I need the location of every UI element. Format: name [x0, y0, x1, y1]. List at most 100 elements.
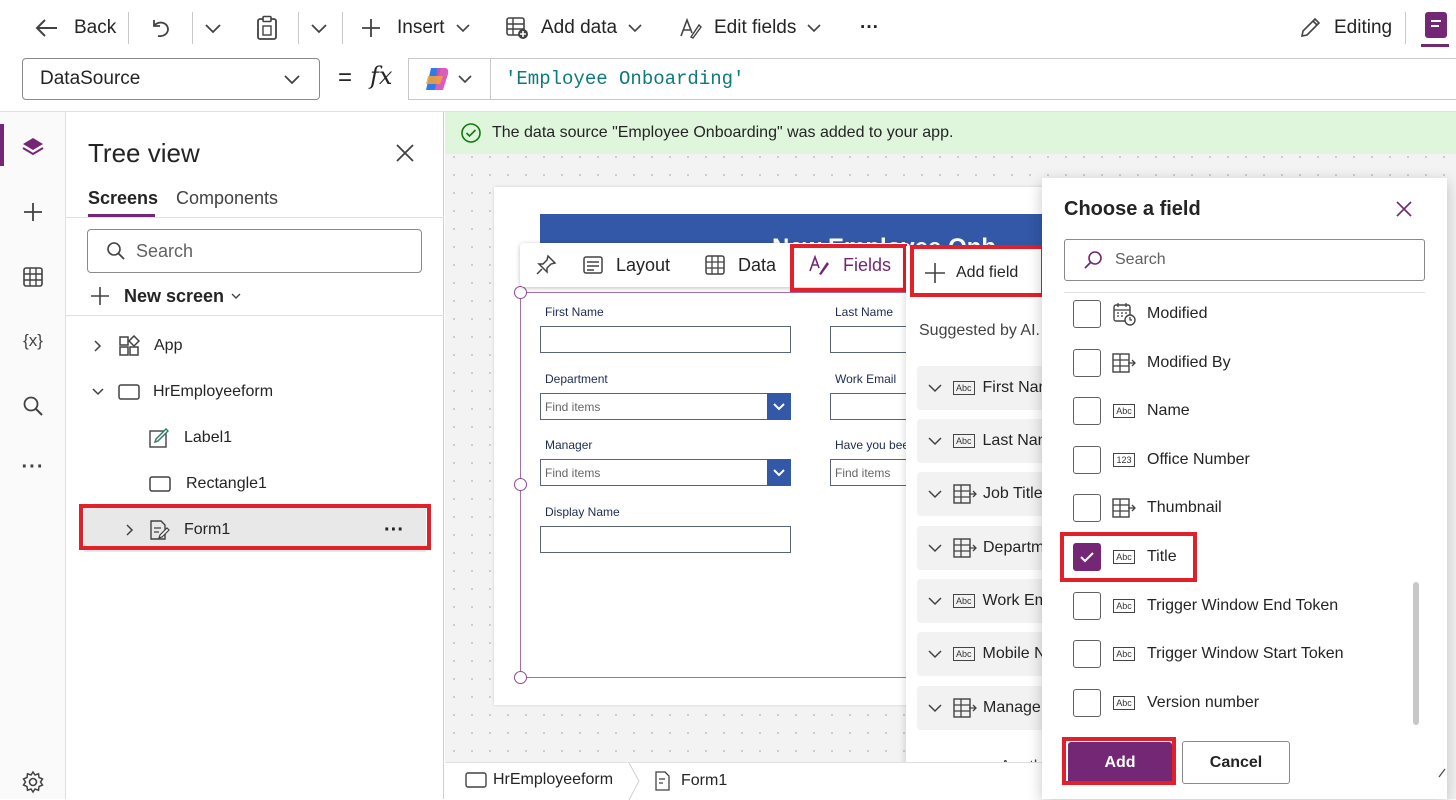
app-check-icon[interactable] — [1425, 12, 1447, 38]
abc-icon: Abc — [1111, 691, 1137, 715]
field-option-version[interactable]: Abc Version number — [1042, 679, 1422, 727]
field-option-label: Thumbnail — [1147, 499, 1222, 516]
field-option-modified[interactable]: Modified — [1042, 290, 1422, 338]
search-icon — [1083, 250, 1103, 270]
have-you-been-combobox[interactable]: Find items — [830, 459, 910, 486]
choose-field-title: Choose a field — [1064, 198, 1201, 220]
tree-item-rectangle1[interactable]: Rectangle1 — [66, 462, 444, 506]
field-option-thumbnail[interactable]: Thumbnail — [1042, 484, 1422, 532]
tree-item-label: Label1 — [184, 429, 233, 446]
plus-icon — [360, 17, 382, 39]
checkbox[interactable] — [1073, 446, 1101, 474]
data-table-icon[interactable] — [18, 262, 48, 292]
suggested-field-item[interactable]: Job Title — [917, 472, 1047, 516]
resize-handle[interactable] — [514, 286, 527, 299]
pin-icon[interactable] — [535, 254, 557, 276]
suggested-field-label: Mobile N — [982, 645, 1046, 662]
search-icon[interactable] — [18, 391, 48, 421]
tree-item-label: HrEmployeeform — [153, 383, 274, 400]
manager-label: Manager — [545, 438, 593, 452]
checkbox[interactable] — [1073, 592, 1101, 620]
chevron-down-icon — [927, 648, 943, 660]
highlight-box — [1062, 737, 1176, 785]
close-icon[interactable] — [394, 142, 416, 164]
undo-button[interactable] — [149, 0, 173, 56]
more-button[interactable]: ··· — [860, 0, 879, 56]
manager-combobox[interactable]: Find items — [540, 459, 791, 486]
department-combobox[interactable]: Find items — [540, 393, 791, 420]
insert-button[interactable]: Insert — [360, 0, 471, 56]
settings-gear-icon[interactable] — [18, 767, 48, 797]
tab-screens[interactable]: Screens — [88, 188, 158, 209]
tree-view-panel: Tree view Screens Components Search New … — [66, 112, 444, 799]
formula-input[interactable]: 'Employee Onboarding' — [408, 58, 1456, 100]
checkbox[interactable] — [1073, 640, 1101, 668]
resize-handle[interactable] — [514, 671, 527, 684]
fields-panel: Add field Suggested by AI. Abc First Nam … — [906, 246, 1047, 786]
last-name-input[interactable] — [830, 326, 910, 353]
lookup-icon — [953, 698, 977, 718]
display-name-input[interactable] — [540, 526, 791, 553]
suggested-field-item[interactable]: Abc First Nam — [917, 366, 1047, 410]
cancel-button[interactable]: Cancel — [1182, 741, 1290, 784]
abc-icon: Abc — [1111, 594, 1137, 618]
suggested-field-item[interactable]: Manage — [917, 686, 1047, 730]
field-option-name[interactable]: Abc Name — [1042, 387, 1422, 435]
chevron-down-icon[interactable] — [767, 393, 791, 420]
manager-placeholder: Find items — [545, 465, 601, 480]
tab-components[interactable]: Components — [176, 188, 278, 209]
field-option-trigger-start[interactable]: Abc Trigger Window Start Token — [1042, 630, 1422, 678]
last-name-label: Last Name — [835, 305, 894, 319]
editing-status[interactable]: Editing — [1298, 0, 1392, 56]
checkbox[interactable] — [1073, 349, 1101, 377]
insert-plus-icon[interactable] — [18, 197, 48, 227]
chevron-down-icon — [230, 291, 242, 301]
edit-fields-button[interactable]: Edit fields — [678, 0, 822, 56]
add-data-button[interactable]: Add data — [505, 0, 643, 56]
more-icon[interactable]: ··· — [18, 452, 48, 482]
breadcrumb-form[interactable]: Form1 — [653, 771, 727, 791]
chevron-down-icon — [927, 542, 943, 554]
back-button[interactable]: Back — [34, 0, 116, 56]
tree-item-app[interactable]: App — [66, 324, 444, 368]
checkbox[interactable] — [1073, 494, 1101, 522]
formula-text[interactable]: 'Employee Onboarding' — [505, 68, 744, 90]
suggested-field-item[interactable]: Departm — [917, 526, 1047, 570]
field-option-modified-by[interactable]: Modified By — [1042, 339, 1422, 387]
new-screen-button[interactable]: New screen — [90, 280, 242, 312]
checkbox[interactable] — [1073, 689, 1101, 717]
layers-icon[interactable] — [18, 132, 48, 162]
paste-button[interactable] — [256, 0, 278, 56]
field-option-trigger-end[interactable]: Abc Trigger Window End Token — [1042, 582, 1422, 630]
tree-item-hremployeeform[interactable]: HrEmployeeform — [66, 370, 444, 414]
field-search-input[interactable]: Search — [1064, 239, 1425, 281]
suggested-field-item[interactable]: Abc Mobile N — [917, 632, 1047, 676]
form-data-button[interactable]: Data — [704, 243, 776, 287]
field-option-label: Modified — [1147, 305, 1208, 322]
checkbox[interactable] — [1073, 300, 1101, 328]
close-icon[interactable] — [1394, 199, 1414, 219]
undo-dropdown[interactable] — [204, 0, 222, 56]
suggested-field-label: First Nam — [982, 379, 1047, 396]
field-option-office-number[interactable]: 123 Office Number — [1042, 436, 1422, 484]
breadcrumb-screen[interactable]: HrEmployeeform — [465, 771, 613, 789]
suggested-field-item[interactable]: Abc Last Nam — [917, 419, 1047, 463]
property-dropdown[interactable]: DataSource — [22, 58, 320, 100]
number-icon: 123 — [1111, 448, 1137, 472]
chevron-down-icon[interactable] — [767, 459, 791, 486]
highlight-box — [79, 504, 431, 550]
variables-icon[interactable]: {x} — [18, 326, 48, 356]
resize-grip-icon — [1438, 768, 1446, 778]
checkbox[interactable] — [1073, 397, 1101, 425]
copilot-button[interactable] — [409, 59, 491, 99]
resize-handle[interactable] — [514, 478, 527, 491]
label-edit-icon — [148, 427, 170, 449]
tree-search-input[interactable]: Search — [87, 229, 422, 273]
first-name-input[interactable] — [540, 326, 791, 353]
tree-item-label1[interactable]: Label1 — [66, 416, 444, 460]
work-email-input[interactable] — [830, 393, 910, 420]
suggested-field-item[interactable]: Abc Work Em — [917, 579, 1047, 623]
paste-dropdown[interactable] — [310, 0, 328, 56]
form-layout-button[interactable]: Layout — [582, 243, 670, 287]
scrollbar-thumb[interactable] — [1413, 582, 1419, 725]
